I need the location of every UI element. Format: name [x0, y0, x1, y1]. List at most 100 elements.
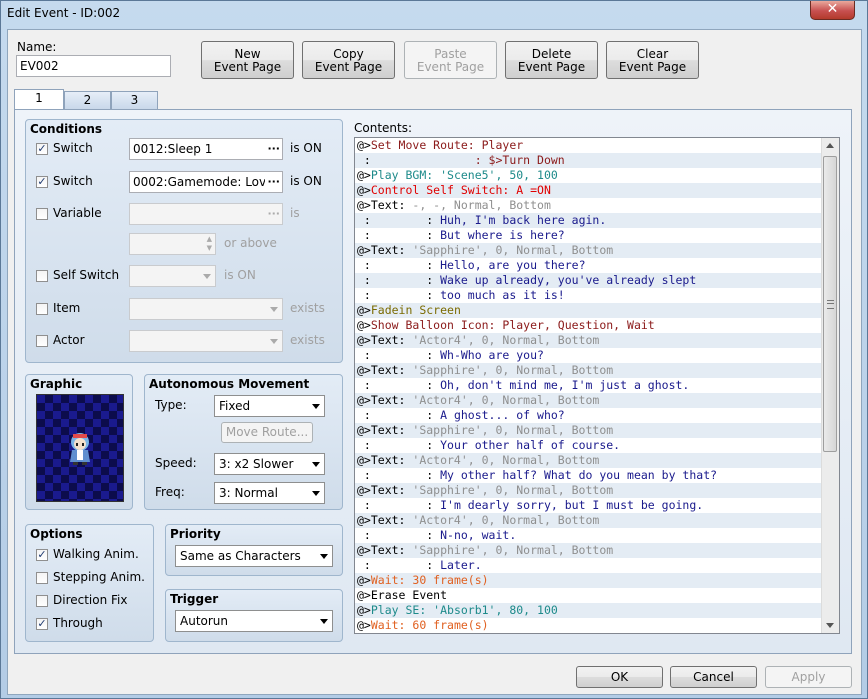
movement-type-select[interactable]: Fixed — [214, 395, 325, 417]
chevron-down-icon — [312, 491, 320, 496]
command-prefix: @>Text: — [357, 543, 413, 557]
actor-select[interactable] — [129, 330, 283, 352]
cancel-button[interactable]: Cancel — [670, 666, 757, 688]
copy-event-page-button[interactable]: Copy Event Page — [302, 41, 395, 79]
command-row[interactable]: @>Text: 'Sapphire', 0, Normal, Bottom — [355, 543, 839, 558]
variable-checkbox[interactable] — [36, 208, 48, 220]
command-row[interactable]: @>Text: 'Actor4', 0, Normal, Bottom — [355, 513, 839, 528]
through-checkbox[interactable]: ✓ — [36, 618, 48, 630]
command-row[interactable]: : : Oh, don't mind me, I'm just a ghost. — [355, 378, 839, 393]
command-row[interactable]: @>Text: -, -, Normal, Bottom — [355, 198, 839, 213]
command-prefix: : : — [357, 438, 441, 452]
vertical-scrollbar[interactable] — [821, 138, 839, 633]
switch2-checkbox[interactable]: ✓ — [36, 176, 48, 188]
scrollbar-thumb[interactable] — [823, 156, 837, 452]
graphic-preview[interactable] — [36, 394, 124, 502]
command-row[interactable]: @>Text: 'Sapphire', 0, Normal, Bottom — [355, 243, 839, 258]
delete-event-page-button[interactable]: Delete Event Page — [505, 41, 598, 79]
command-row[interactable]: @>Fadein Screen — [355, 303, 839, 318]
command-text: Wake up already, you've already slept — [440, 273, 697, 287]
command-row[interactable]: @>Text: 'Sapphire', 0, Normal, Bottom — [355, 423, 839, 438]
move-route-button[interactable]: Move Route... — [221, 422, 313, 443]
command-row[interactable]: @>Play SE: 'Absorb1', 80, 100 — [355, 603, 839, 618]
event-commands-list[interactable]: @>Set Move Route: Player : : $>Turn Down… — [354, 137, 840, 634]
command-row[interactable]: @>Show Balloon Icon: Player, Question, W… — [355, 318, 839, 333]
command-row[interactable]: : : Wake up already, you've already slep… — [355, 273, 839, 288]
scroll-up-icon[interactable] — [826, 143, 834, 148]
apply-button[interactable]: Apply — [765, 666, 852, 688]
graphic-title: Graphic — [30, 377, 83, 391]
self-switch-checkbox[interactable] — [36, 270, 48, 282]
close-button[interactable]: ✕ — [810, 1, 855, 20]
variable-value-spinner[interactable]: ▲ ▼ — [129, 233, 216, 255]
trigger-select[interactable]: Autorun — [175, 610, 333, 632]
variable-field[interactable]: ··· — [129, 203, 283, 225]
command-text: too much as it is! — [440, 288, 565, 302]
command-text: Your other half of course. — [440, 438, 621, 452]
command-row[interactable]: @>Erase Event — [355, 588, 839, 603]
command-prefix: : — [357, 153, 475, 167]
switch1-checkbox[interactable]: ✓ — [36, 143, 48, 155]
item-select[interactable] — [129, 298, 283, 320]
paste-event-page-button[interactable]: Paste Event Page — [404, 41, 497, 79]
command-row[interactable]: @>Set Move Route: Player — [355, 138, 839, 153]
command-row[interactable]: : : I'm dearly sorry, but I must be goin… — [355, 498, 839, 513]
command-row[interactable]: @>Control Self Switch: A =ON — [355, 183, 839, 198]
command-row[interactable]: : : Wh-Who are you? — [355, 348, 839, 363]
tab-page-2[interactable]: 2 — [64, 91, 111, 109]
command-row[interactable]: @>Text: 'Actor4', 0, Normal, Bottom — [355, 453, 839, 468]
direction-fix-checkbox[interactable] — [36, 595, 48, 607]
options-panel: Options ✓ Walking Anim. Stepping Anim. D… — [25, 524, 154, 642]
command-text: Show Balloon Icon: Player, Question, Wai… — [370, 318, 655, 332]
command-text: 'Actor4', 0, Normal, Bottom — [412, 453, 600, 467]
command-row[interactable]: : : Hello, are you there? — [355, 258, 839, 273]
tab-page-3[interactable]: 3 — [111, 91, 158, 109]
walking-anim-label: Walking Anim. — [53, 547, 139, 561]
command-row[interactable]: @>Play BGM: 'Scene5', 50, 100 — [355, 168, 839, 183]
command-row[interactable]: : : My other half? What do you mean by t… — [355, 468, 839, 483]
speed-select[interactable]: 3: x2 Slower — [214, 453, 325, 475]
command-row[interactable]: @>Text: 'Actor4', 0, Normal, Bottom — [355, 393, 839, 408]
command-row[interactable]: : : too much as it is! — [355, 288, 839, 303]
command-text: Play SE: 'Absorb1', 80, 100 — [370, 603, 558, 617]
command-row[interactable]: : : Your other half of course. — [355, 438, 839, 453]
actor-checkbox[interactable] — [36, 335, 48, 347]
command-text: Set Move Route: Player — [370, 138, 524, 152]
command-row[interactable]: @>Text: 'Sapphire', 0, Normal, Bottom — [355, 483, 839, 498]
command-row[interactable]: : : N-no, wait. — [355, 528, 839, 543]
chevron-down-icon — [203, 274, 211, 279]
command-row[interactable]: @>Wait: 60 frame(s) — [355, 618, 839, 633]
command-row[interactable]: : : Huh, I'm back here agin. — [355, 213, 839, 228]
priority-title: Priority — [170, 527, 221, 541]
command-row[interactable]: : : A ghost... of who? — [355, 408, 839, 423]
walking-anim-checkbox[interactable]: ✓ — [36, 549, 48, 561]
command-row[interactable]: : : But where is here? — [355, 228, 839, 243]
character-sprite-icon — [70, 433, 90, 465]
command-row[interactable]: : : $>Turn Down — [355, 153, 839, 168]
command-prefix: @> — [357, 618, 371, 632]
priority-select[interactable]: Same as Characters — [175, 545, 333, 567]
command-prefix: @>Text: — [357, 423, 413, 437]
speed-value: 3: x2 Slower — [219, 457, 294, 471]
ellipsis-icon: ··· — [267, 207, 280, 220]
tab-page-1[interactable]: 1 — [14, 89, 64, 110]
self-switch-select[interactable] — [129, 265, 216, 287]
scroll-down-icon[interactable] — [826, 623, 834, 628]
command-text: Huh, I'm back here agin. — [440, 213, 607, 227]
clear-event-page-button[interactable]: Clear Event Page — [606, 41, 699, 79]
command-row[interactable]: @>Text: 'Actor4', 0, Normal, Bottom — [355, 333, 839, 348]
check-icon: ✓ — [37, 142, 47, 155]
command-row[interactable]: : : Later. — [355, 558, 839, 573]
ok-button[interactable]: OK — [576, 666, 663, 688]
item-checkbox[interactable] — [36, 303, 48, 315]
freq-select[interactable]: 3: Normal — [214, 482, 325, 504]
command-prefix: : : — [357, 558, 441, 572]
switch2-field[interactable]: 0002:Gamemode: Love ··· — [129, 171, 283, 193]
item-suffix: exists — [290, 301, 325, 315]
new-event-page-button[interactable]: New Event Page — [201, 41, 294, 79]
command-row[interactable]: @>Wait: 30 frame(s) — [355, 573, 839, 588]
name-input[interactable]: EV002 — [16, 55, 171, 77]
stepping-anim-checkbox[interactable] — [36, 572, 48, 584]
command-row[interactable]: @>Text: 'Sapphire', 0, Normal, Bottom — [355, 363, 839, 378]
switch1-field[interactable]: 0012:Sleep 1 ··· — [129, 138, 283, 160]
